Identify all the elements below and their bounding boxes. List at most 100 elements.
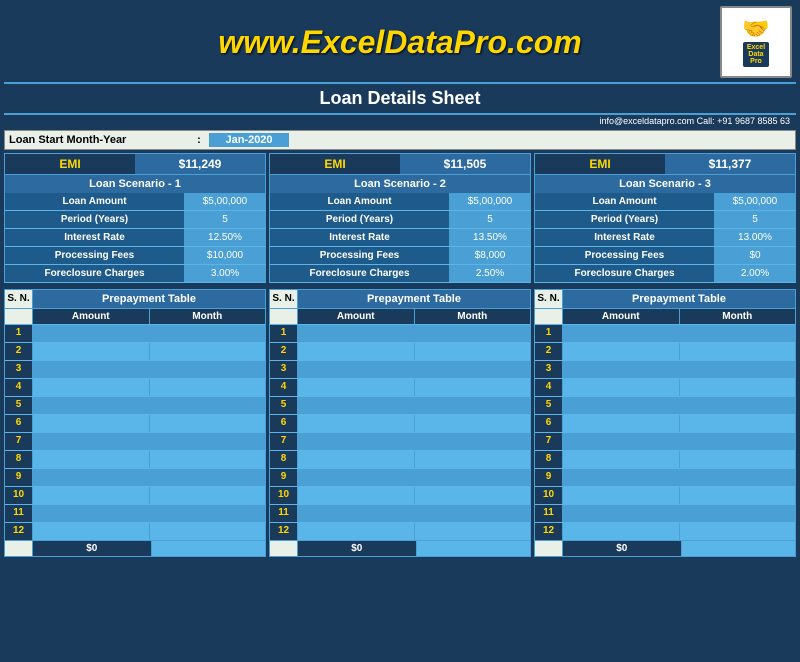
prepayment-row-month[interactable] [415,505,531,522]
prepayment-data-row: 1 [5,324,265,342]
prepayment-row-amount[interactable] [298,523,415,540]
prepayment-row-month[interactable] [415,325,531,342]
data-row-label-2-2: Period (Years) [270,211,450,228]
prepayment-row-month[interactable] [150,469,266,486]
prepayment-row-amount[interactable] [298,379,415,396]
prepayment-row-month[interactable] [150,325,266,342]
prepayment-row-amount[interactable] [33,415,150,432]
prepayment-row-amount[interactable] [563,379,680,396]
prepayment-row-amount[interactable] [563,415,680,432]
data-row-value-3-3[interactable]: 13.00% [715,229,795,246]
prepayment-row-amount[interactable] [298,343,415,360]
prepayment-data-row: 3 [270,360,530,378]
prepayment-data-row: 1 [270,324,530,342]
prepayment-row-month[interactable] [415,397,531,414]
prepayment-row-amount[interactable] [563,505,680,522]
prepayment-row-month[interactable] [150,415,266,432]
prepayment-row-month[interactable] [680,415,796,432]
prepayment-row-month[interactable] [680,487,796,504]
prepayment-row-sn: 5 [5,397,33,414]
prepayment-row-amount[interactable] [563,469,680,486]
prepayment-row-month[interactable] [150,361,266,378]
prepayment-row-month[interactable] [680,361,796,378]
prepayment-row-amount[interactable] [33,343,150,360]
data-row-label-1-5: Foreclosure Charges [5,265,185,282]
data-row-value-3-2[interactable]: 5 [715,211,795,228]
prepayment-row-month[interactable] [680,397,796,414]
prepayment-row-month[interactable] [150,379,266,396]
data-row-value-3-4[interactable]: $0 [715,247,795,264]
prepayment-row-amount[interactable] [563,523,680,540]
prepayment-row-month[interactable] [680,433,796,450]
data-row-value-1-5[interactable]: 3.00% [185,265,265,282]
data-row-value-2-5[interactable]: 2.50% [450,265,530,282]
prepayment-row-month[interactable] [680,469,796,486]
prepayment-row-month[interactable] [680,379,796,396]
prepayment-row-amount[interactable] [563,343,680,360]
prepayment-row-amount[interactable] [33,361,150,378]
prepayment-row-month[interactable] [415,433,531,450]
prepayment-row-month[interactable] [150,433,266,450]
prepayment-row-amount[interactable] [298,487,415,504]
prepayment-row-amount[interactable] [298,325,415,342]
prepayment-row-month[interactable] [150,451,266,468]
data-row-value-3-5[interactable]: 2.00% [715,265,795,282]
prepayment-row-month[interactable] [680,451,796,468]
prepayment-row-month[interactable] [150,505,266,522]
prepayment-row-amount[interactable] [298,415,415,432]
prepayment-row-month[interactable] [415,469,531,486]
prepayment-row-month[interactable] [415,343,531,360]
prepayment-row-month[interactable] [415,487,531,504]
prepayment-row-month[interactable] [415,451,531,468]
data-row-value-1-3[interactable]: 12.50% [185,229,265,246]
prepayment-row-amount[interactable] [563,361,680,378]
prepayment-row-amount[interactable] [563,397,680,414]
data-row-value-1-2[interactable]: 5 [185,211,265,228]
prepayment-row-amount[interactable] [298,361,415,378]
data-row-value-2-3[interactable]: 13.50% [450,229,530,246]
prepayment-row-amount[interactable] [563,451,680,468]
prepayment-row-month[interactable] [415,379,531,396]
prepayment-row-month[interactable] [680,343,796,360]
prepayment-row-month[interactable] [150,397,266,414]
loan-start-value[interactable]: Jan-2020 [209,133,289,147]
prepayment-row-month[interactable] [415,523,531,540]
data-row-3-2: Period (Years) 5 [534,211,796,229]
data-row-value-3-1[interactable]: $5,00,000 [715,193,795,210]
data-row-value-1-1[interactable]: $5,00,000 [185,193,265,210]
prepayment-row-amount[interactable] [33,451,150,468]
prepayment-row-month[interactable] [415,415,531,432]
prepayment-row-amount[interactable] [298,397,415,414]
data-row-value-2-4[interactable]: $8,000 [450,247,530,264]
prepayment-row-amount[interactable] [563,487,680,504]
prepayment-row-amount[interactable] [33,487,150,504]
prepayment-row-amount[interactable] [563,325,680,342]
prepayment-row-month[interactable] [150,487,266,504]
prepayment-row-amount[interactable] [33,523,150,540]
prepayment-row-amount[interactable] [33,469,150,486]
prepayment-row-month[interactable] [680,325,796,342]
emi-row-2: EMI $11,505 [269,153,531,175]
prepayment-row-amount[interactable] [33,325,150,342]
prepayment-total-month-1 [152,541,266,556]
data-row-value-2-1[interactable]: $5,00,000 [450,193,530,210]
prepayment-row-month[interactable] [680,505,796,522]
prepayment-row-sn: 3 [5,361,33,378]
data-row-value-1-4[interactable]: $10,000 [185,247,265,264]
prepayment-row-amount[interactable] [33,379,150,396]
prepayment-row-amount[interactable] [33,433,150,450]
prepayment-row-amount[interactable] [33,505,150,522]
prepayment-row-amount[interactable] [298,451,415,468]
prepayment-row-month[interactable] [150,523,266,540]
prepayment-row-month[interactable] [150,343,266,360]
prepayment-row-sn: 9 [270,469,298,486]
prepayment-row-amount[interactable] [563,433,680,450]
prepayment-row-amount[interactable] [298,505,415,522]
prepayment-row-month[interactable] [415,361,531,378]
prepayment-row-amount[interactable] [298,433,415,450]
prepayment-row-amount[interactable] [298,469,415,486]
prepayment-row-month[interactable] [680,523,796,540]
prepayment-row-amount[interactable] [33,397,150,414]
data-row-2-2: Period (Years) 5 [269,211,531,229]
data-row-value-2-2[interactable]: 5 [450,211,530,228]
